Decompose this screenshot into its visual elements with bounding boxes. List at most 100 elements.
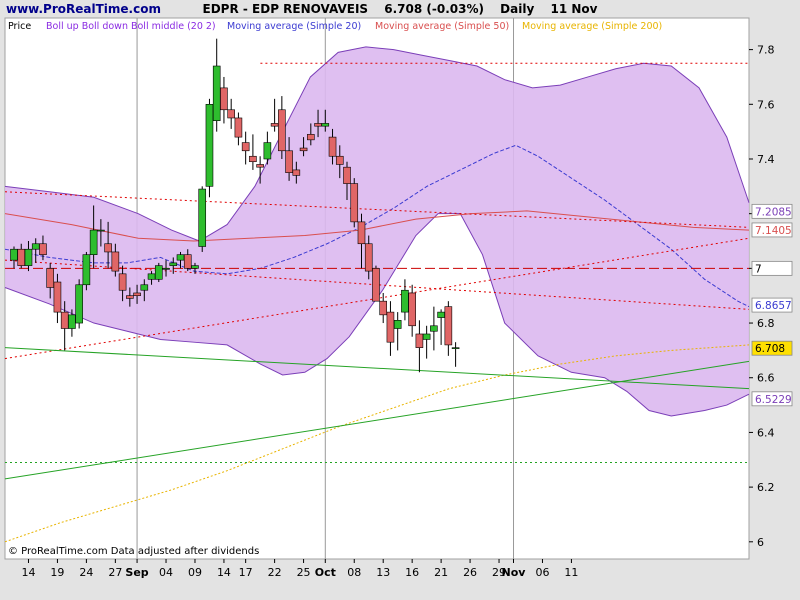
x-tick-label-10: 25 <box>297 566 311 579</box>
candle-body-58 <box>430 325 438 332</box>
footer-note: © ProRealTime.com Data adjusted after di… <box>8 546 260 557</box>
x-tick-label-12: 08 <box>347 566 361 579</box>
candle-body-49 <box>364 243 373 272</box>
legend: Price Boll up Boll down Boll middle (20 … <box>8 21 662 32</box>
candle-body-24 <box>183 254 192 269</box>
candle-body-18 <box>140 284 149 291</box>
x-tick-label-9: 22 <box>268 566 282 579</box>
candle-body-2 <box>24 248 33 266</box>
candle-body-61 <box>451 347 460 349</box>
candle-body-35 <box>263 142 272 160</box>
candle-body-12 <box>97 229 105 232</box>
candle-body-5 <box>46 268 54 288</box>
candle-body-44 <box>328 136 337 157</box>
candle-body-6 <box>53 281 62 313</box>
candle-body-36 <box>270 123 279 127</box>
legend-price: Price <box>8 21 31 32</box>
y-tick-label-3: 6.6 <box>757 372 775 385</box>
x-tick-label-7: 14 <box>217 566 231 579</box>
candle-body-21 <box>162 268 170 270</box>
candle-body-31 <box>234 117 243 138</box>
candle-body-3 <box>31 243 40 250</box>
price-label-2: 7 <box>755 263 762 275</box>
candle-body-1 <box>17 248 26 266</box>
price-label-3: 6.8657 <box>755 300 792 312</box>
candle-body-16 <box>126 295 134 299</box>
price-label-0: 7.2085 <box>755 206 792 218</box>
x-tick-label-1: 19 <box>50 566 64 579</box>
candle-body-0 <box>10 248 18 261</box>
price-chart[interactable]: 66.26.46.66.877.27.47.67.8 14192427Sep04… <box>0 0 800 600</box>
x-tick-label-0: 14 <box>21 566 35 579</box>
candle-body-27 <box>205 103 214 187</box>
price-label-4: 6.708 <box>755 343 785 355</box>
x-tick-label-14: 16 <box>405 566 419 579</box>
candle-body-51 <box>379 300 388 316</box>
candle-body-55 <box>408 292 416 327</box>
candle-body-34 <box>256 164 264 168</box>
candle-body-39 <box>292 169 301 176</box>
candle-body-54 <box>401 289 409 313</box>
x-tick-label-13: 13 <box>376 566 390 579</box>
legend-boll: Boll up Boll down Boll middle (20 2) <box>46 21 216 32</box>
candle-body-40 <box>299 147 308 152</box>
x-tick-label-3: 27 <box>108 566 122 579</box>
candle-body-38 <box>285 150 293 173</box>
y-tick-label-9: 7.8 <box>757 44 775 57</box>
x-tick-label-20: 11 <box>564 566 578 579</box>
candle-body-23 <box>176 254 185 261</box>
candle-body-8 <box>68 314 76 329</box>
candle-body-30 <box>227 109 235 119</box>
y-tick-label-2: 6.4 <box>757 426 775 439</box>
candle-body-11 <box>89 229 98 255</box>
y-axis: 66.26.46.66.877.27.47.67.8 <box>749 44 775 549</box>
candle-body-13 <box>104 243 112 253</box>
candle-body-45 <box>335 155 344 165</box>
candle-body-17 <box>133 292 141 297</box>
x-axis: 14 19 24 27 Sep 04 09 14 17 22 25 Oct 08 13 16 21 26 29No… <box>21 559 578 579</box>
y-tick-label-4: 6.8 <box>757 317 775 330</box>
candle-body-19 <box>147 273 156 280</box>
candle-body-57 <box>422 333 431 340</box>
candle-body-53 <box>393 320 402 329</box>
candle-body-15 <box>118 273 127 291</box>
x-tick-label-2: 24 <box>79 566 93 579</box>
legend-ma50: Moving average (Simple 50) <box>375 21 509 32</box>
candle-body-47 <box>350 183 359 223</box>
candle-body-25 <box>191 265 199 269</box>
x-tick-label-8: 17 <box>239 566 253 579</box>
candle-body-33 <box>249 155 257 163</box>
candle-body-10 <box>82 254 91 286</box>
candle-body-28 <box>212 65 221 122</box>
x-tick-label-16: 26 <box>463 566 477 579</box>
candle-body-60 <box>444 306 453 346</box>
candle-body-20 <box>154 265 163 280</box>
x-tick-label-6: 09 <box>188 566 202 579</box>
x-tick-label-5: 04 <box>159 566 173 579</box>
candle-body-22 <box>169 262 178 266</box>
x-tick-label-11: Oct <box>315 566 336 579</box>
candle-body-4 <box>39 243 47 255</box>
candle-body-43 <box>321 123 330 127</box>
y-tick-label-7: 7.4 <box>757 153 775 166</box>
candle-body-50 <box>372 268 380 302</box>
candle-body-37 <box>278 109 286 152</box>
candle-body-42 <box>314 123 322 127</box>
candle-body-7 <box>60 311 69 329</box>
candle-body-14 <box>111 251 120 272</box>
candle-body-29 <box>220 87 228 111</box>
candle-body-41 <box>307 134 315 141</box>
x-tick-label-18: Nov <box>502 566 527 579</box>
y-tick-label-8: 7.6 <box>757 98 775 111</box>
x-tick-label-15: 21 <box>434 566 448 579</box>
legend-ma200: Moving average (Simple 200) <box>522 21 662 32</box>
price-label-5: 6.5229 <box>755 394 792 406</box>
y-tick-label-1: 6.2 <box>757 481 775 494</box>
price-label-1: 7.1405 <box>755 225 792 237</box>
x-tick-label-4: Sep <box>125 566 148 579</box>
x-tick-label-19: 06 <box>535 566 549 579</box>
candle-body-26 <box>198 188 207 247</box>
candle-body-32 <box>241 142 250 152</box>
candle-body-56 <box>415 333 424 348</box>
candle-body-48 <box>357 221 366 245</box>
